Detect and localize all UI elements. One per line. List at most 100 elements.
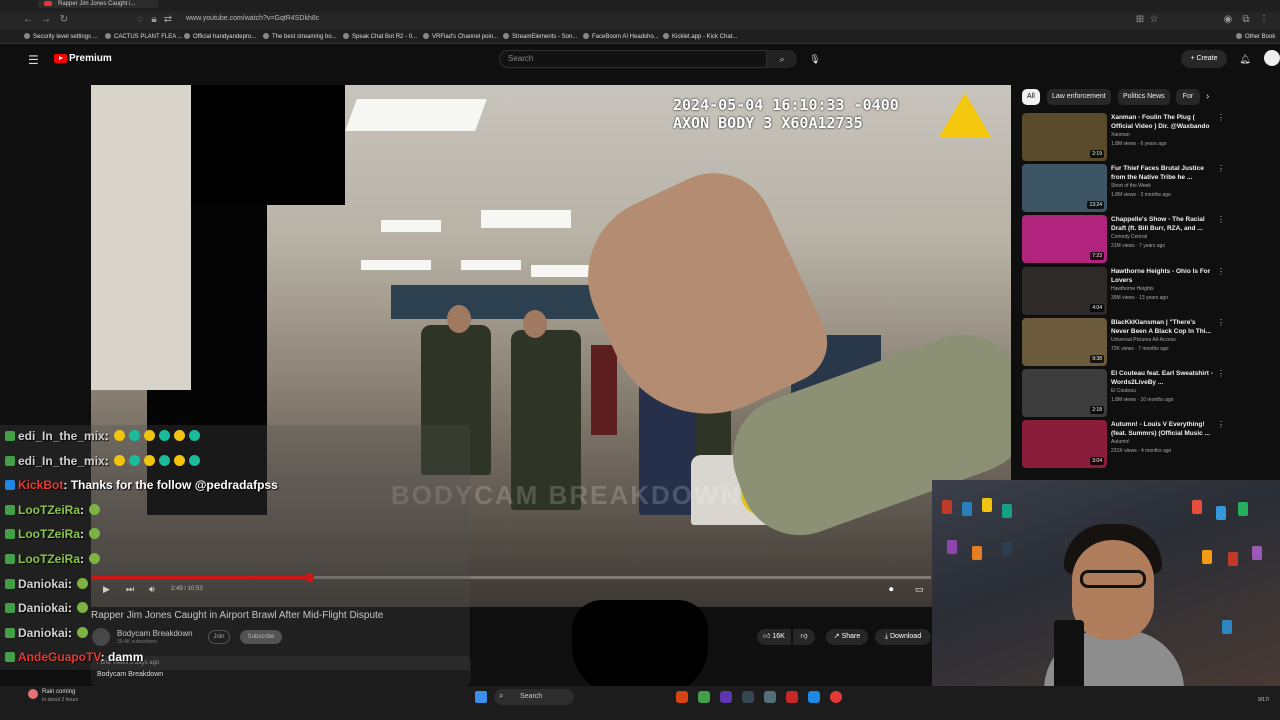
chip-politics-news[interactable]: Politics News bbox=[1118, 89, 1170, 105]
recommendation-title[interactable]: Autumn! - Louis V Everything! (feat. Sum… bbox=[1111, 420, 1215, 438]
video-thumbnail[interactable]: 13:24 bbox=[1022, 164, 1107, 213]
bookmark-item[interactable]: Official handyandepro... bbox=[184, 33, 256, 40]
other-bookmarks[interactable]: Other Book bbox=[1236, 33, 1275, 40]
tune-icon[interactable]: ⇄ bbox=[162, 14, 174, 26]
app-icon[interactable] bbox=[830, 691, 842, 703]
recommendation-item[interactable]: 2:19 Xanman - Foulin The Plug ( Official … bbox=[1022, 113, 1228, 161]
create-button[interactable]: + Create bbox=[1181, 50, 1227, 68]
chat-username[interactable]: LooTZeiRa bbox=[18, 503, 80, 517]
share-button[interactable]: ↗ Share bbox=[826, 629, 868, 645]
bookmark-item[interactable]: Kicklet.app - Kick Chat... bbox=[663, 33, 737, 40]
taskbar-search[interactable]: Search bbox=[494, 689, 574, 705]
download-button[interactable]: ⤓ Download bbox=[875, 629, 931, 645]
translate-icon[interactable]: ⊞ bbox=[1134, 14, 1146, 26]
youtube-logo-icon[interactable] bbox=[54, 54, 67, 63]
subtitles-icon[interactable]: ▭ bbox=[915, 584, 924, 595]
app-icon[interactable] bbox=[720, 691, 732, 703]
recommendation-item[interactable]: 3:04 Autumn! - Louis V Everything! (feat.… bbox=[1022, 420, 1228, 469]
chat-username[interactable]: LooTZeiRa bbox=[18, 552, 80, 566]
chevron-right-icon[interactable]: › bbox=[1206, 89, 1218, 105]
extensions-icon[interactable]: ⧉ bbox=[1240, 14, 1252, 26]
search-input[interactable]: Search bbox=[499, 50, 767, 68]
video-thumbnail[interactable]: 2:19 bbox=[1022, 113, 1107, 161]
app-icon[interactable] bbox=[786, 691, 798, 703]
recommendation-title[interactable]: Hawthorne Heights - Ohio Is For Lovers bbox=[1111, 267, 1215, 285]
recommendation-channel[interactable]: Comedy Central bbox=[1111, 234, 1147, 240]
weather-title[interactable]: Rain coming bbox=[42, 689, 75, 695]
video-thumbnail[interactable]: 3:04 bbox=[1022, 420, 1107, 469]
notifications-bell-icon[interactable]: 🔔︎ bbox=[1238, 52, 1252, 66]
chat-username[interactable]: Daniokai bbox=[18, 626, 68, 640]
recommendation-item[interactable]: 13:24 Fur Thief Faces Brutal Justice from… bbox=[1022, 164, 1228, 213]
bookmark-item[interactable]: Security level settings ... bbox=[24, 33, 98, 40]
bookmark-item[interactable]: Speak Chat Bot R2 - 0... bbox=[343, 33, 417, 40]
like-button[interactable]: 👍︎ 16K bbox=[757, 629, 791, 645]
recommendation-item[interactable]: 9:38 BlacKkKlansman | "There's Never Been… bbox=[1022, 317, 1228, 366]
menu-icon[interactable]: ⋮ bbox=[1258, 14, 1270, 26]
microphone-icon[interactable]: 🎙︎ bbox=[806, 50, 824, 68]
app-icon[interactable] bbox=[698, 691, 710, 703]
chip-law-enforcement[interactable]: Law enforcement bbox=[1047, 89, 1111, 105]
terminal-icon[interactable] bbox=[742, 691, 754, 703]
chat-username[interactable]: KickBot bbox=[18, 478, 63, 492]
more-options-icon[interactable]: ⋮ bbox=[1217, 164, 1225, 173]
chat-username[interactable]: LooTZeiRa bbox=[18, 527, 80, 541]
recommendation-item[interactable]: 2:18 El Couteau feat. Earl Sweatshirt - W… bbox=[1022, 369, 1228, 417]
more-options-icon[interactable]: ⋮ bbox=[1217, 369, 1225, 378]
chip-all[interactable]: All bbox=[1022, 89, 1040, 105]
recommendation-channel[interactable]: Hawthorne Heights bbox=[1111, 286, 1154, 292]
bookmark-item[interactable]: The best streaming bo... bbox=[263, 33, 337, 40]
video-thumbnail[interactable]: 9:38 bbox=[1022, 317, 1107, 366]
account-avatar[interactable] bbox=[1264, 50, 1280, 66]
video-thumbnail[interactable]: 4:04 bbox=[1022, 266, 1107, 315]
recommendation-channel[interactable]: Universal Pictures All-Access bbox=[1111, 337, 1176, 343]
chat-username[interactable]: Daniokai bbox=[18, 601, 68, 615]
profile-icon[interactable]: ◉ bbox=[1222, 14, 1234, 26]
browser-tab[interactable]: Rapper Jim Jones Caught i... bbox=[38, 0, 158, 8]
recommendation-item[interactable]: 7:23 Chappelle's Show - The Racial Draft … bbox=[1022, 215, 1228, 264]
autoplay-toggle-icon[interactable]: ⏺ bbox=[889, 584, 894, 595]
recommendation-channel[interactable]: El Couteau bbox=[1111, 388, 1136, 394]
chip-for-you[interactable]: For bbox=[1176, 89, 1200, 105]
video-thumbnail[interactable]: 7:23 bbox=[1022, 215, 1107, 264]
forward-icon[interactable]: → bbox=[40, 14, 52, 26]
video-thumbnail[interactable]: 2:18 bbox=[1022, 369, 1107, 417]
back-icon[interactable]: ← bbox=[22, 14, 34, 26]
recommendation-title[interactable]: Chappelle's Show - The Racial Draft (ft.… bbox=[1111, 215, 1215, 233]
reload-icon[interactable]: ↻ bbox=[58, 14, 70, 26]
figurine bbox=[1202, 550, 1212, 564]
more-options-icon[interactable]: ⋮ bbox=[1217, 267, 1225, 276]
recommendation-title[interactable]: El Couteau feat. Earl Sweatshirt - Words… bbox=[1111, 369, 1215, 387]
recommendation-title[interactable]: BlacKkKlansman | "There's Never Been A B… bbox=[1111, 318, 1215, 336]
youtube-premium-logo[interactable]: Premium bbox=[69, 53, 112, 64]
more-options-icon[interactable]: ⋮ bbox=[1217, 113, 1225, 122]
hamburger-menu-icon[interactable]: ☰ bbox=[28, 53, 42, 67]
bookmark-item[interactable]: CACTUS PLANT FLEA ... bbox=[105, 33, 183, 40]
windows-start-icon[interactable] bbox=[475, 691, 487, 703]
weather-icon[interactable] bbox=[28, 689, 38, 699]
recommendation-channel[interactable]: Short of the Week bbox=[1111, 183, 1151, 189]
more-options-icon[interactable]: ⋮ bbox=[1217, 215, 1225, 224]
bookmark-item[interactable]: VRFlad's Channel poin... bbox=[423, 33, 498, 40]
app-icon[interactable] bbox=[676, 691, 688, 703]
bookmark-item[interactable]: StreamElements - Son... bbox=[503, 33, 577, 40]
chat-username[interactable]: edi_In_the_mix bbox=[18, 429, 105, 443]
shield-icon[interactable]: ◌ bbox=[134, 14, 146, 26]
search-icon[interactable]: ⌕ bbox=[767, 50, 797, 68]
recommendation-title[interactable]: Fur Thief Faces Brutal Justice from the … bbox=[1111, 164, 1215, 182]
dislike-button[interactable]: 👎︎ bbox=[793, 629, 815, 645]
recommendation-channel[interactable]: Autumn! bbox=[1111, 439, 1130, 445]
more-options-icon[interactable]: ⋮ bbox=[1217, 420, 1225, 429]
recommendation-title[interactable]: Xanman - Foulin The Plug ( Official Vide… bbox=[1111, 113, 1215, 131]
recommendation-channel[interactable]: Xanman bbox=[1111, 132, 1130, 138]
more-options-icon[interactable]: ⋮ bbox=[1217, 318, 1225, 327]
chat-username[interactable]: AndeGuapoTV bbox=[18, 650, 101, 664]
recommendation-item[interactable]: 4:04 Hawthorne Heights - Ohio Is For Love… bbox=[1022, 266, 1228, 315]
bookmark-item[interactable]: FaceBoom AI Headsho... bbox=[583, 33, 659, 40]
star-icon[interactable]: ☆ bbox=[1148, 14, 1160, 26]
chat-username[interactable]: Daniokai bbox=[18, 577, 68, 591]
app-icon[interactable] bbox=[808, 691, 820, 703]
chat-username[interactable]: edi_In_the_mix bbox=[18, 454, 105, 468]
url-field[interactable]: www.youtube.com/watch?v=GqtR4SDkh8c bbox=[186, 15, 319, 22]
app-icon[interactable] bbox=[764, 691, 776, 703]
